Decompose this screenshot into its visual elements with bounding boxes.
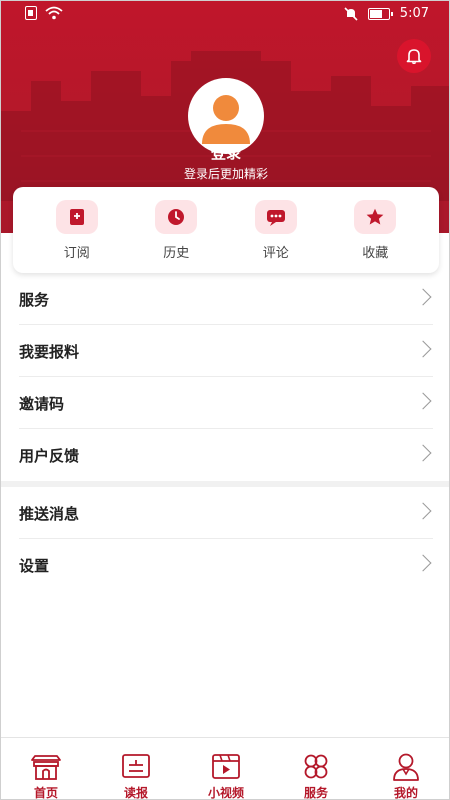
menu-item-settings[interactable]: 设置: [1, 539, 449, 591]
nav-label: 服务: [303, 786, 328, 800]
nav-tab-newspaper[interactable]: 读报: [96, 752, 176, 800]
chevron-right-icon: [414, 392, 432, 410]
service-clover-icon: [304, 754, 328, 779]
chevron-right-icon: [414, 444, 432, 462]
nav-label: 小视频: [207, 786, 244, 800]
nav-tab-profile[interactable]: 我的: [366, 752, 446, 800]
chevron-right-icon: [414, 554, 432, 572]
chevron-right-icon: [414, 288, 432, 306]
nav-tab-home[interactable]: 首页: [6, 752, 86, 800]
quick-action-label: 历史: [163, 245, 190, 261]
nav-label: 读报: [123, 786, 148, 800]
menu-item-label: 用户反馈: [19, 446, 80, 465]
menu-item-label: 我要报料: [19, 342, 80, 361]
nav-tab-short-video[interactable]: 小视频: [186, 752, 266, 800]
menu-item-service[interactable]: 服务: [1, 273, 449, 325]
menu-item-label: 推送消息: [19, 504, 80, 523]
quick-action-label: 订阅: [63, 245, 90, 261]
bell-icon: [406, 49, 422, 65]
profile-icon: [393, 753, 419, 781]
login-subtitle: 登录后更加精彩: [183, 167, 268, 181]
history-icon: [155, 199, 198, 234]
nav-label: 我的: [393, 786, 418, 800]
wifi-icon: [45, 6, 63, 20]
chevron-right-icon: [414, 502, 432, 520]
mute-bell-icon: [344, 6, 358, 21]
quick-action-history[interactable]: 历史: [141, 199, 211, 261]
menu-list: 服务 我要报料 邀请码 用户反馈 推送消息 设置: [1, 273, 449, 591]
app-frame: 5:07 登录 登录后更加精彩 订阅 历史 评论 收藏 服务 我要报料 邀请码 …: [0, 0, 450, 800]
menu-item-label: 服务: [19, 290, 50, 309]
menu-item-invite-code[interactable]: 邀请码: [1, 377, 449, 429]
newspaper-icon: [122, 754, 150, 778]
home-gate-icon: [31, 755, 61, 780]
quick-action-comment[interactable]: 评论: [241, 199, 311, 261]
status-bar: 5:07: [1, 1, 449, 27]
battery-icon: [367, 7, 393, 20]
quick-action-label: 评论: [262, 245, 289, 261]
subscribe-icon: [55, 199, 98, 234]
menu-item-label: 设置: [19, 556, 50, 575]
menu-item-feedback[interactable]: 用户反馈: [1, 429, 449, 481]
quick-action-label: 收藏: [362, 245, 389, 261]
quick-action-subscribe[interactable]: 订阅: [42, 199, 112, 261]
chevron-right-icon: [414, 340, 432, 358]
bottom-navigation: 首页 读报 小视频 服务 我的: [1, 737, 449, 800]
comment-icon: [254, 199, 297, 234]
login-title[interactable]: 登录: [1, 142, 449, 163]
nav-label: 首页: [33, 786, 58, 800]
menu-item-push-messages[interactable]: 推送消息: [1, 487, 449, 539]
quick-action-favorite[interactable]: 收藏: [340, 199, 410, 261]
favorite-star-icon: [354, 199, 397, 234]
quick-actions-card: 订阅 历史 评论 收藏: [13, 187, 439, 273]
sim-card-icon: [25, 6, 37, 20]
notification-bell-button[interactable]: [397, 39, 431, 73]
menu-item-label: 邀请码: [19, 394, 65, 413]
status-time: 5:07: [399, 6, 429, 21]
video-icon: [212, 754, 240, 779]
nav-tab-service[interactable]: 服务: [276, 752, 356, 800]
menu-item-report-tip[interactable]: 我要报料: [1, 325, 449, 377]
